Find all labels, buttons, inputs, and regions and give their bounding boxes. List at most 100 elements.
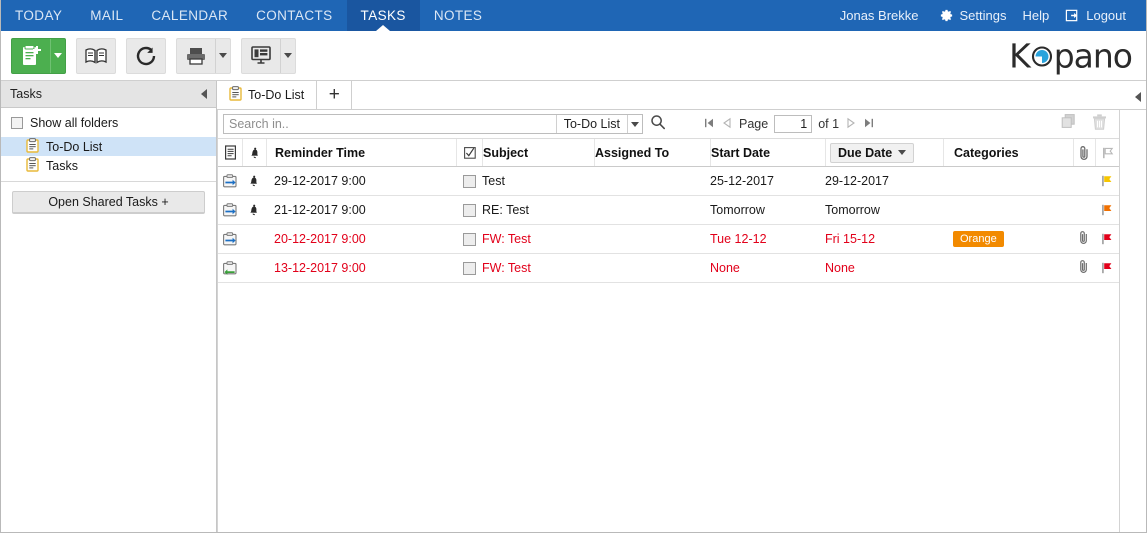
column-header-label: Reminder Time <box>275 145 366 160</box>
copy-icon[interactable] <box>1060 113 1077 135</box>
task-assign-icon <box>218 231 242 247</box>
open-shared-tasks-button[interactable]: Open Shared Tasks + <box>12 191 205 214</box>
column-header-label: Categories <box>954 145 1019 160</box>
sidebar-folder-tasks[interactable]: Tasks <box>1 156 216 175</box>
column-subject[interactable]: Subject <box>482 139 594 166</box>
page-number-input[interactable] <box>774 115 813 133</box>
column-attachment[interactable] <box>1073 139 1095 166</box>
nav-item-calendar[interactable]: CALENDAR <box>137 0 242 31</box>
column-start-date[interactable]: Start Date <box>710 139 825 166</box>
empty-grid-area <box>218 283 1119 532</box>
sorted-column-indicator[interactable]: Due Date <box>830 142 915 163</box>
cell-flag[interactable] <box>1095 232 1119 246</box>
table-row[interactable]: 21-12-2017 9:00 RE: Test Tomorrow Tomorr… <box>218 196 1119 225</box>
main-area: Tasks Show all folders To-Do List Tasks … <box>1 81 1146 532</box>
complete-checkbox[interactable] <box>462 232 476 246</box>
cell-flag[interactable] <box>1095 203 1119 217</box>
search-scope-selector[interactable]: To-Do List <box>555 115 627 133</box>
address-book-icon <box>77 39 115 73</box>
first-page-icon[interactable] <box>703 117 715 132</box>
cell-start-date: None <box>710 261 740 275</box>
task-accepted-icon <box>218 260 242 276</box>
sidebar-header: Tasks <box>1 81 216 108</box>
help-label: Help <box>1022 8 1050 23</box>
cell-subject: RE: Test <box>482 203 530 217</box>
column-complete[interactable] <box>456 139 482 166</box>
next-page-icon[interactable] <box>845 117 857 132</box>
page-label: Page <box>739 117 769 131</box>
address-book-button[interactable] <box>76 37 116 74</box>
nav-item-today[interactable]: TODAY <box>1 0 76 31</box>
table-row[interactable]: 29-12-2017 9:00 Test 25-12-2017 29-12-20… <box>218 167 1119 196</box>
cell-complete-checkbox[interactable] <box>456 261 482 275</box>
column-reminder-time[interactable]: Reminder Time <box>266 139 456 166</box>
new-task-icon <box>12 39 50 73</box>
print-button[interactable] <box>176 37 231 74</box>
new-task-dropdown[interactable] <box>50 38 65 73</box>
show-all-folders-row[interactable]: Show all folders <box>1 108 216 137</box>
table-row[interactable]: 20-12-2017 9:00 FW: Test Tue 12-12 Fri 1… <box>218 225 1119 254</box>
sidebar-collapse-icon[interactable] <box>201 89 207 99</box>
table-row[interactable]: 13-12-2017 9:00 FW: Test None None <box>218 254 1119 283</box>
settings-button[interactable]: Settings <box>931 8 1015 23</box>
refresh-icon <box>127 39 165 73</box>
cell-complete-checkbox[interactable] <box>456 174 482 188</box>
column-reminder-icon[interactable] <box>242 139 266 166</box>
nav-item-contacts[interactable]: CONTACTS <box>242 0 346 31</box>
search-scope-label: To-Do List <box>563 117 620 131</box>
right-panel-collapse-icon[interactable] <box>1135 92 1141 102</box>
logout-button[interactable]: Logout <box>1057 8 1134 23</box>
cell-start-date: 25-12-2017 <box>710 174 774 188</box>
column-categories[interactable]: Categories <box>943 139 1073 166</box>
last-page-icon[interactable] <box>863 117 875 132</box>
complete-checkbox[interactable] <box>462 174 476 188</box>
sidebar-folder-todo-list[interactable]: To-Do List <box>1 137 216 156</box>
add-tab-button[interactable]: + <box>317 81 353 109</box>
page-total-label: of 1 <box>818 117 840 131</box>
complete-checkbox[interactable] <box>462 203 476 217</box>
nav-item-notes[interactable]: NOTES <box>420 0 497 31</box>
main-nav-items: TODAY MAIL CALENDAR CONTACTS TASKS NOTES <box>1 0 496 31</box>
column-due-date[interactable]: Due Date <box>825 139 943 166</box>
nav-item-tasks[interactable]: TASKS <box>346 0 420 31</box>
sidebar-folder-label: Tasks <box>46 158 78 173</box>
cell-flag[interactable] <box>1095 261 1119 275</box>
action-toolbar: K pano <box>1 31 1146 81</box>
top-nav-user-area: Jonas Brekke Settings Help Logout <box>828 0 1146 31</box>
attachment-icon <box>1078 230 1090 248</box>
printer-icon <box>177 39 215 73</box>
cell-categories: Orange <box>943 231 1073 247</box>
print-dropdown[interactable] <box>215 38 230 73</box>
cell-complete-checkbox[interactable] <box>456 232 482 246</box>
cell-reminder-time: 13-12-2017 9:00 <box>274 261 366 275</box>
column-task-icon[interactable] <box>218 139 242 166</box>
show-all-folders-checkbox[interactable] <box>11 117 23 129</box>
nav-item-mail[interactable]: MAIL <box>76 0 137 31</box>
previous-page-icon[interactable] <box>721 117 733 132</box>
cell-attachment <box>1073 230 1095 248</box>
cell-start-date: Tomorrow <box>710 203 765 217</box>
search-input[interactable] <box>224 115 556 133</box>
view-dropdown[interactable] <box>280 38 295 73</box>
logo-k: K <box>1009 36 1031 75</box>
tab-todo-list[interactable]: To-Do List <box>217 81 318 109</box>
column-flag[interactable] <box>1095 139 1119 166</box>
search-scope-dropdown[interactable] <box>627 115 642 133</box>
pagination-controls: Page of 1 <box>703 115 875 133</box>
help-button[interactable]: Help <box>1014 8 1057 23</box>
complete-checkbox[interactable] <box>462 261 476 275</box>
sidebar: Tasks Show all folders To-Do List Tasks … <box>1 81 217 532</box>
tab-bar: To-Do List + <box>217 81 1146 110</box>
refresh-button[interactable] <box>126 37 166 74</box>
cell-reminder-time: 20-12-2017 9:00 <box>274 232 366 246</box>
new-task-button[interactable] <box>11 37 66 74</box>
column-assigned-to[interactable]: Assigned To <box>594 139 710 166</box>
view-button[interactable] <box>241 37 296 74</box>
content-area: To-Do List + To-Do List <box>217 81 1146 532</box>
delete-icon[interactable] <box>1091 113 1108 136</box>
logo-drop-icon <box>1031 46 1052 67</box>
sidebar-title: Tasks <box>10 87 42 101</box>
cell-flag[interactable] <box>1095 174 1119 188</box>
cell-complete-checkbox[interactable] <box>456 203 482 217</box>
search-icon[interactable] <box>650 114 666 135</box>
